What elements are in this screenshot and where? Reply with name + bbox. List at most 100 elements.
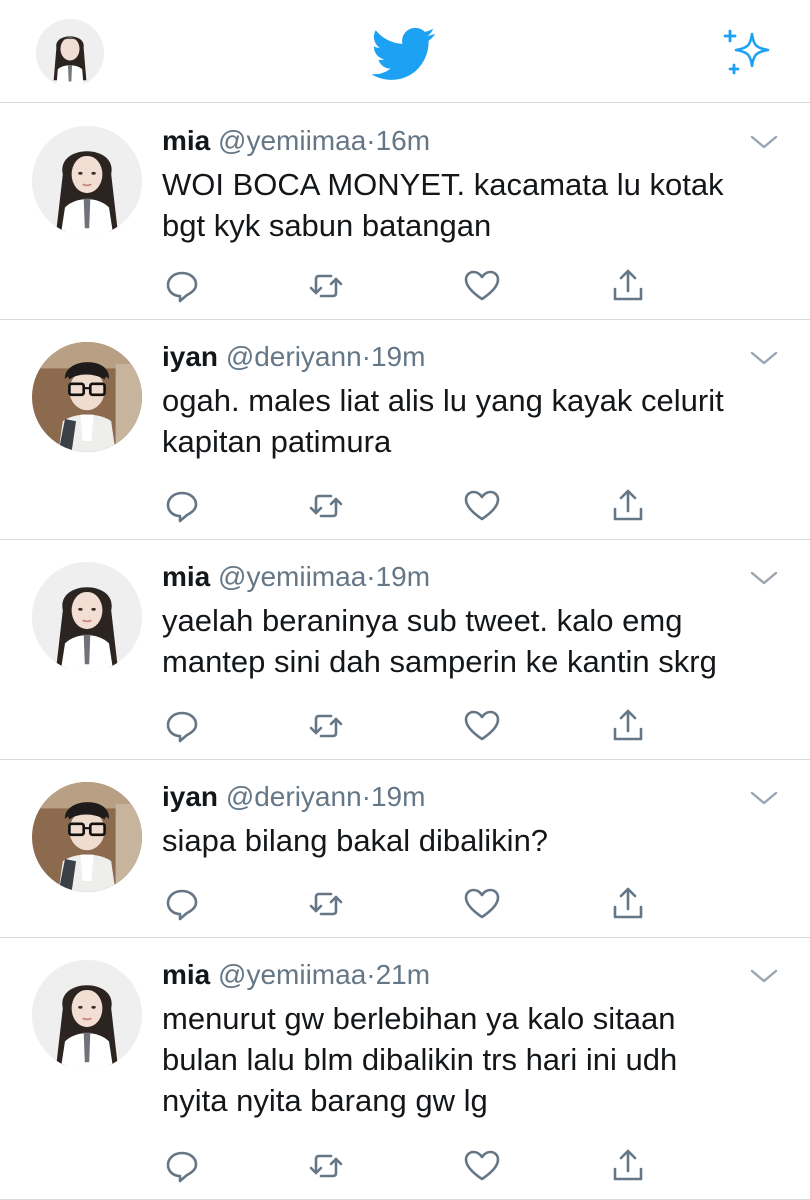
share-button[interactable] (608, 1146, 648, 1186)
user-handle[interactable]: @yemiimaa (218, 125, 366, 156)
tweet-header: mia @yemiimaa·21m (162, 958, 430, 992)
reply-icon (162, 491, 202, 530)
tweet-text: menurut gw berlebihan ya kalo sitaan bula… (162, 998, 782, 1121)
iyan-avatar[interactable] (32, 342, 142, 452)
chevron-down-icon[interactable] (748, 568, 780, 588)
tweet-header: mia @yemiimaa·16m (162, 124, 430, 158)
share-icon (608, 269, 648, 310)
tweet[interactable]: mia @yemiimaa·21m menurut gw berlebihan y… (0, 938, 810, 1200)
share-icon (608, 887, 648, 928)
tweet[interactable]: iyan @deriyann·19m siapa bilang bakal dib… (0, 760, 810, 938)
tweet[interactable]: mia @yemiimaa·16m WOI BOCA MONYET. kacama… (0, 104, 810, 320)
tweet-actions (162, 1146, 662, 1186)
share-button[interactable] (608, 706, 648, 746)
chevron-down-icon[interactable] (748, 966, 780, 986)
display-name[interactable]: mia (162, 959, 210, 990)
tweet-text-line: ogah. males liat alis lu yang kayak celu… (162, 383, 724, 418)
separator-dot: · (361, 781, 371, 812)
share-button[interactable] (608, 266, 648, 306)
timestamp[interactable]: 21m (376, 959, 430, 990)
like-button[interactable] (462, 266, 502, 306)
tweet[interactable]: iyan @deriyann·19m ogah. males liat alis … (0, 320, 810, 540)
retweet-icon (306, 274, 346, 310)
top-bar (0, 0, 810, 103)
retweet-button[interactable] (306, 706, 346, 746)
like-button[interactable] (462, 486, 502, 526)
like-button[interactable] (462, 884, 502, 924)
share-icon (608, 1149, 648, 1190)
tweet-header: mia @yemiimaa·19m (162, 560, 430, 594)
retweet-button[interactable] (306, 486, 346, 526)
tweet-text-line: mantep sini dah samperin ke kantin skrg (162, 644, 717, 679)
mia-avatar[interactable] (32, 562, 142, 672)
like-icon (462, 1150, 502, 1190)
timestamp[interactable]: 19m (376, 561, 430, 592)
timestamp[interactable]: 16m (376, 125, 430, 156)
tweet-text-line: WOI BOCA MONYET. kacamata lu kotak (162, 167, 724, 202)
tweet-actions (162, 486, 662, 526)
display-name[interactable]: mia (162, 561, 210, 592)
like-button[interactable] (462, 1146, 502, 1186)
reply-button[interactable] (162, 1146, 202, 1186)
timestamp[interactable]: 19m (371, 781, 425, 812)
tweet-text-line: menurut gw berlebihan ya kalo sitaan (162, 1001, 676, 1036)
tweet-text: siapa bilang bakal dibalikin? (162, 820, 782, 861)
retweet-icon (306, 892, 346, 928)
tweet-text-line: nyita nyita barang gw lg (162, 1083, 488, 1118)
tweet[interactable]: mia @yemiimaa·19m yaelah beraninya sub tw… (0, 540, 810, 760)
reply-icon (162, 271, 202, 310)
share-icon (608, 709, 648, 750)
mia-avatar[interactable] (32, 126, 142, 236)
retweet-button[interactable] (306, 266, 346, 306)
tweet-actions (162, 706, 662, 746)
chevron-down-icon[interactable] (748, 348, 780, 368)
reply-button[interactable] (162, 486, 202, 526)
share-button[interactable] (608, 486, 648, 526)
timestamp[interactable]: 19m (371, 341, 425, 372)
twitter-bird-logo[interactable] (372, 26, 436, 82)
tweet-text: yaelah beraninya sub tweet. kalo emg mant… (162, 600, 782, 682)
separator-dot: · (366, 959, 376, 990)
reply-button[interactable] (162, 884, 202, 924)
user-handle[interactable]: @yemiimaa (218, 959, 366, 990)
reply-button[interactable] (162, 266, 202, 306)
like-icon (462, 270, 502, 310)
user-handle[interactable]: @yemiimaa (218, 561, 366, 592)
like-icon (462, 710, 502, 750)
tweet-header: iyan @deriyann·19m (162, 340, 425, 374)
retweet-button[interactable] (306, 884, 346, 924)
retweet-icon (306, 1154, 346, 1190)
tweet-actions (162, 266, 662, 306)
like-button[interactable] (462, 706, 502, 746)
reply-icon (162, 889, 202, 928)
separator-dot: · (366, 125, 376, 156)
retweet-button[interactable] (306, 1146, 346, 1186)
retweet-icon (306, 494, 346, 530)
tweet-text-line: bulan lalu blm dibalikin trs hari ini ud… (162, 1042, 678, 1077)
tweet-text-line: yaelah beraninya sub tweet. kalo emg (162, 603, 683, 638)
user-handle[interactable]: @deriyann (226, 341, 362, 372)
chevron-down-icon[interactable] (748, 788, 780, 808)
reply-icon (162, 1151, 202, 1190)
tweet-text: ogah. males liat alis lu yang kayak celu… (162, 380, 782, 462)
tweet-text-line: siapa bilang bakal dibalikin? (162, 823, 549, 858)
mia-avatar[interactable] (32, 960, 142, 1070)
chevron-down-icon[interactable] (748, 132, 780, 152)
separator-dot: · (361, 341, 371, 372)
display-name[interactable]: iyan (162, 341, 218, 372)
user-handle[interactable]: @deriyann (226, 781, 362, 812)
separator-dot: · (366, 561, 376, 592)
display-name[interactable]: mia (162, 125, 210, 156)
display-name[interactable]: iyan (162, 781, 218, 812)
tweet-text: WOI BOCA MONYET. kacamata lu kotak bgt ky… (162, 164, 782, 246)
share-icon (608, 489, 648, 530)
iyan-avatar[interactable] (32, 782, 142, 892)
share-button[interactable] (608, 884, 648, 924)
tweet-header: iyan @deriyann·19m (162, 780, 425, 814)
profile-avatar[interactable] (36, 19, 104, 87)
retweet-icon (306, 714, 346, 750)
reply-button[interactable] (162, 706, 202, 746)
like-icon (462, 888, 502, 928)
tweet-text-line: kapitan patimura (162, 424, 392, 459)
sparkle-icon[interactable] (718, 28, 774, 78)
